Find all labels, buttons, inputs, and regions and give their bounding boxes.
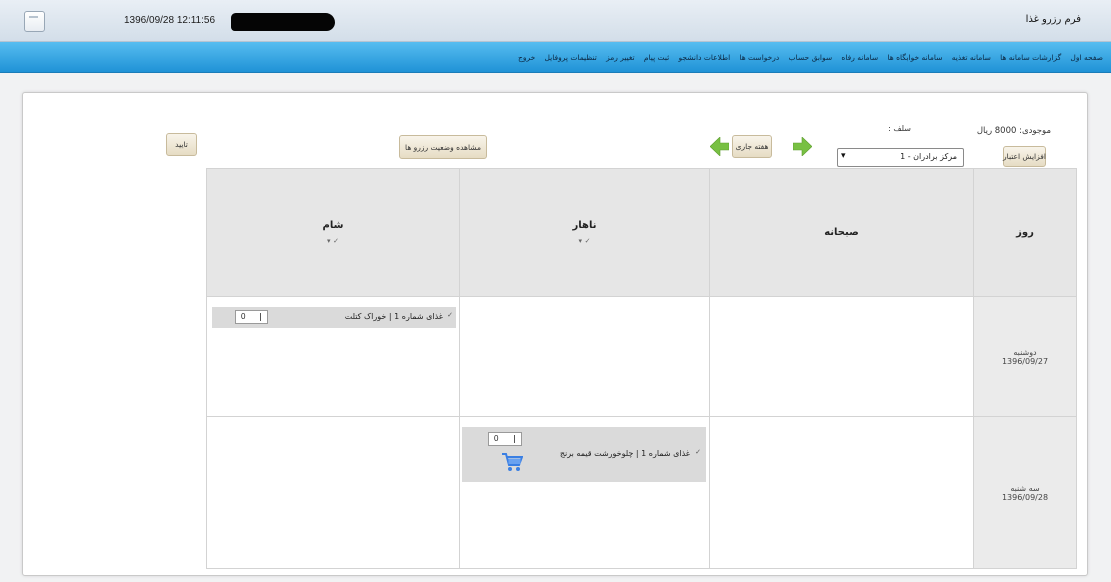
quantity-input[interactable]: 0 [488,432,522,446]
checkbox-checked-icon[interactable]: ✓ [695,448,701,456]
header-dinner: شام [322,220,344,231]
shopping-cart-icon[interactable] [501,451,523,475]
header-day: روز [973,168,1077,297]
chevron-down-icon: ▾ [841,151,846,161]
reservation-table: روز صبحانه ناهار ✓ ▾ شام ✓ ▾ دوشنبه 1396… [206,168,1077,569]
header-lunch-cell: ناهار ✓ ▾ [459,168,710,297]
table-row: دوشنبه 1396/09/27 ✓ غذای شماره 1 | خوراک… [206,296,1077,417]
lunch-select-all[interactable]: ✓ ▾ [460,236,709,245]
main-menu: صفحه اول گزارشات سامانه ها سامانه تغذیه … [0,42,1111,73]
quantity-spinner[interactable] [514,435,515,443]
arrow-right-icon[interactable] [793,137,812,156]
checkbox-checked-icon[interactable]: ✓ [585,237,591,245]
menu-item-nutrition[interactable]: سامانه تغذیه [952,53,991,62]
menu-item-messages[interactable]: ثبت پیام [644,53,669,62]
header-dinner-cell: شام ✓ ▾ [206,168,460,297]
dinner-cell [206,416,460,569]
view-reservation-status-button[interactable]: مشاهده وضعیت رزرو ها [399,135,487,159]
header-breakfast: صبحانه [709,168,974,297]
chevron-down-icon[interactable]: ▾ [579,237,583,245]
menu-item-profile-settings[interactable]: تنظیمات پروفایل [545,53,597,62]
self-select-value: مرکز برادران - 1 [900,152,957,161]
table-row: سه شنبه 1396/09/28 ✓ غذای شماره 1 | چلوخ… [206,416,1077,569]
menu-item-welfare[interactable]: سامانه رفاه [841,53,878,62]
current-datetime: 1396/09/28 12:11:56 [124,15,216,26]
quantity-spinner[interactable] [260,313,261,321]
menu-item-student-info[interactable]: اطلاعات دانشجو [679,53,731,62]
header-lunch: ناهار [572,220,597,231]
food-label: غذای شماره 1 | خوراک کتلت [344,312,443,321]
balance-text: موجودی: 8000 ریال [976,126,1051,136]
food-item: ✓ غذای شماره 1 | چلوخورشت قیمه برنج 0 [462,427,706,482]
dinner-cell: ✓ غذای شماره 1 | خوراک کتلت 0 [206,296,460,417]
lunch-cell [459,296,710,417]
menu-item-account-history[interactable]: سوابق حساب [789,53,833,62]
menu-item-requests[interactable]: درخواست ها [739,53,779,62]
day-name: دوشنبه [1013,347,1037,357]
lunch-cell: ✓ غذای شماره 1 | چلوخورشت قیمه برنج 0 [459,416,710,569]
table-header-row: روز صبحانه ناهار ✓ ▾ شام ✓ ▾ [206,168,1077,297]
food-label: غذای شماره 1 | چلوخورشت قیمه برنج [559,449,690,458]
increase-credit-button[interactable]: افزایش اعتبار [1003,146,1046,167]
menu-item-logout[interactable]: خروج [518,53,535,62]
checkbox-checked-icon[interactable]: ✓ [333,237,339,245]
current-week-button[interactable]: هفته جاری [732,135,772,158]
menu-item-home[interactable]: صفحه اول [1070,53,1103,62]
chevron-down-icon[interactable]: ▾ [327,237,331,245]
menu-item-change-password[interactable]: تغییر رمز [606,53,635,62]
app-window-icon[interactable] [24,11,45,32]
menu-item-reports[interactable]: گزارشات سامانه ها [1000,53,1061,62]
breakfast-cell [709,416,974,569]
menu-items: صفحه اول گزارشات سامانه ها سامانه تغذیه … [518,42,1103,72]
reservation-panel: موجودی: 8000 ریال افزایش اعتبار سلف : مر… [22,92,1088,576]
redacted-username [231,13,335,31]
menu-item-dormitory[interactable]: سامانه خوابگاه ها [887,53,942,62]
day-name: سه شنبه [1010,483,1040,493]
confirm-button[interactable]: تایید [166,133,197,156]
dinner-select-all[interactable]: ✓ ▾ [207,236,459,245]
arrow-left-icon[interactable] [710,137,729,156]
checkbox-checked-icon[interactable]: ✓ [447,311,453,319]
day-date: 1396/09/28 [1001,492,1049,502]
title-bar: 1396/09/28 12:11:56 فرم رزرو غذا [0,0,1111,42]
page-title: فرم رزرو غذا [1025,14,1081,25]
self-label: سلف : [888,124,911,133]
day-cell: دوشنبه 1396/09/27 [973,296,1077,417]
day-cell: سه شنبه 1396/09/28 [973,416,1077,569]
breakfast-cell [709,296,974,417]
quantity-value: 0 [494,434,499,443]
quantity-input[interactable]: 0 [235,310,268,324]
quantity-value: 0 [241,312,246,321]
self-select[interactable]: مرکز برادران - 1 ▾ [837,148,964,167]
day-date: 1396/09/27 [1001,356,1049,366]
food-item: ✓ غذای شماره 1 | خوراک کتلت 0 [212,307,456,328]
